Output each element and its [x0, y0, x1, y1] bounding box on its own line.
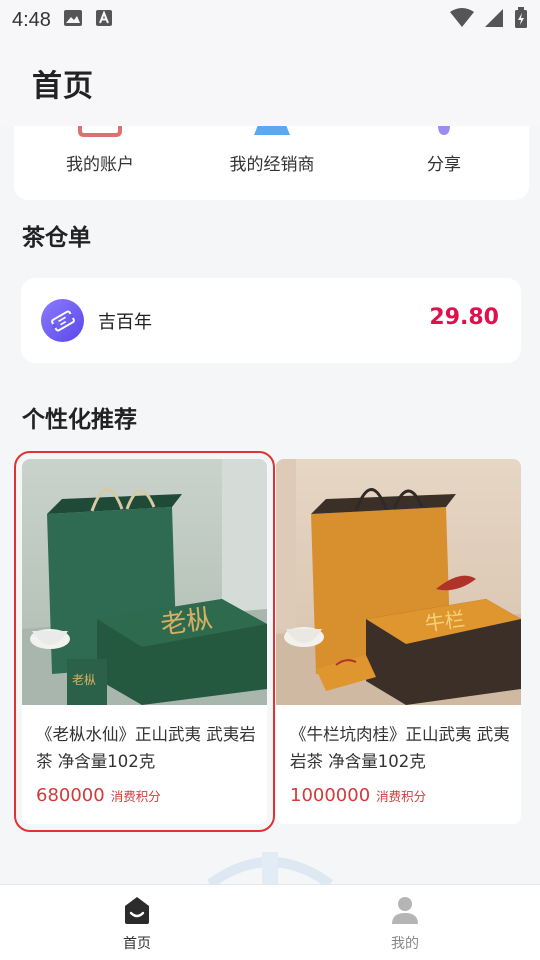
status-time: 4:48 — [12, 8, 51, 31]
product-price: 680000 消费积分 — [36, 785, 161, 806]
product-title: 《老枞水仙》正山武夷 武夷岩茶 净含量102克 — [36, 725, 256, 771]
page-title: 首页 — [32, 69, 94, 104]
product-price-unit: 消费积分 — [110, 789, 161, 804]
user-icon — [389, 894, 421, 930]
warehouse-item-name: 吉百年 — [98, 312, 152, 333]
tab-label: 首页 — [123, 936, 151, 952]
warehouse-item[interactable]: 吉百年 29.80 — [21, 278, 521, 363]
wifi-icon — [450, 7, 474, 33]
ticket-icon — [41, 299, 84, 342]
tab-bar: 首页 我的 — [0, 884, 540, 960]
product-title: 《牛栏坑肉桂》正山武夷 武夷岩茶 净含量102克 — [290, 725, 510, 771]
home-smile-icon — [121, 894, 153, 930]
product-card[interactable]: 牛栏 《牛栏坑肉桂》正山武夷 武夷岩茶 净含量102克 1000000 消费积分 — [276, 459, 521, 824]
background-logo-icon — [200, 850, 340, 889]
status-bar: 4:48 — [0, 0, 540, 40]
battery-charging-icon — [514, 6, 528, 34]
signal-icon — [484, 8, 504, 33]
quick-action-label: 分享 — [427, 155, 461, 175]
section-title-warehouse: 茶仓单 — [22, 225, 91, 251]
product-price-value: 1000000 — [290, 785, 371, 806]
tab-mine[interactable]: 我的 — [335, 885, 475, 960]
product-card[interactable]: 老枞 老枞 《老枞水仙》正山武夷 武夷岩茶 净含量102克 680000 消费积分 — [14, 451, 275, 832]
tab-home[interactable]: 首页 — [67, 885, 207, 960]
product-price-unit: 消费积分 — [376, 789, 427, 804]
tab-label: 我的 — [391, 936, 419, 952]
font-a-icon — [95, 9, 113, 32]
product-image-green-tea-box: 老枞 老枞 — [22, 459, 267, 705]
svg-text:老枞: 老枞 — [72, 673, 96, 687]
image-icon — [63, 9, 83, 32]
product-price: 1000000 消费积分 — [290, 785, 426, 806]
product-image-orange-tea-box: 牛栏 — [276, 459, 521, 705]
quick-action-label: 我的账户 — [66, 155, 134, 175]
quick-action-label: 我的经销商 — [229, 155, 315, 175]
product-price-value: 680000 — [36, 785, 105, 806]
warehouse-item-value: 29.80 — [429, 305, 499, 330]
header: 首页 — [0, 40, 540, 126]
section-title-recommend: 个性化推荐 — [22, 407, 137, 433]
